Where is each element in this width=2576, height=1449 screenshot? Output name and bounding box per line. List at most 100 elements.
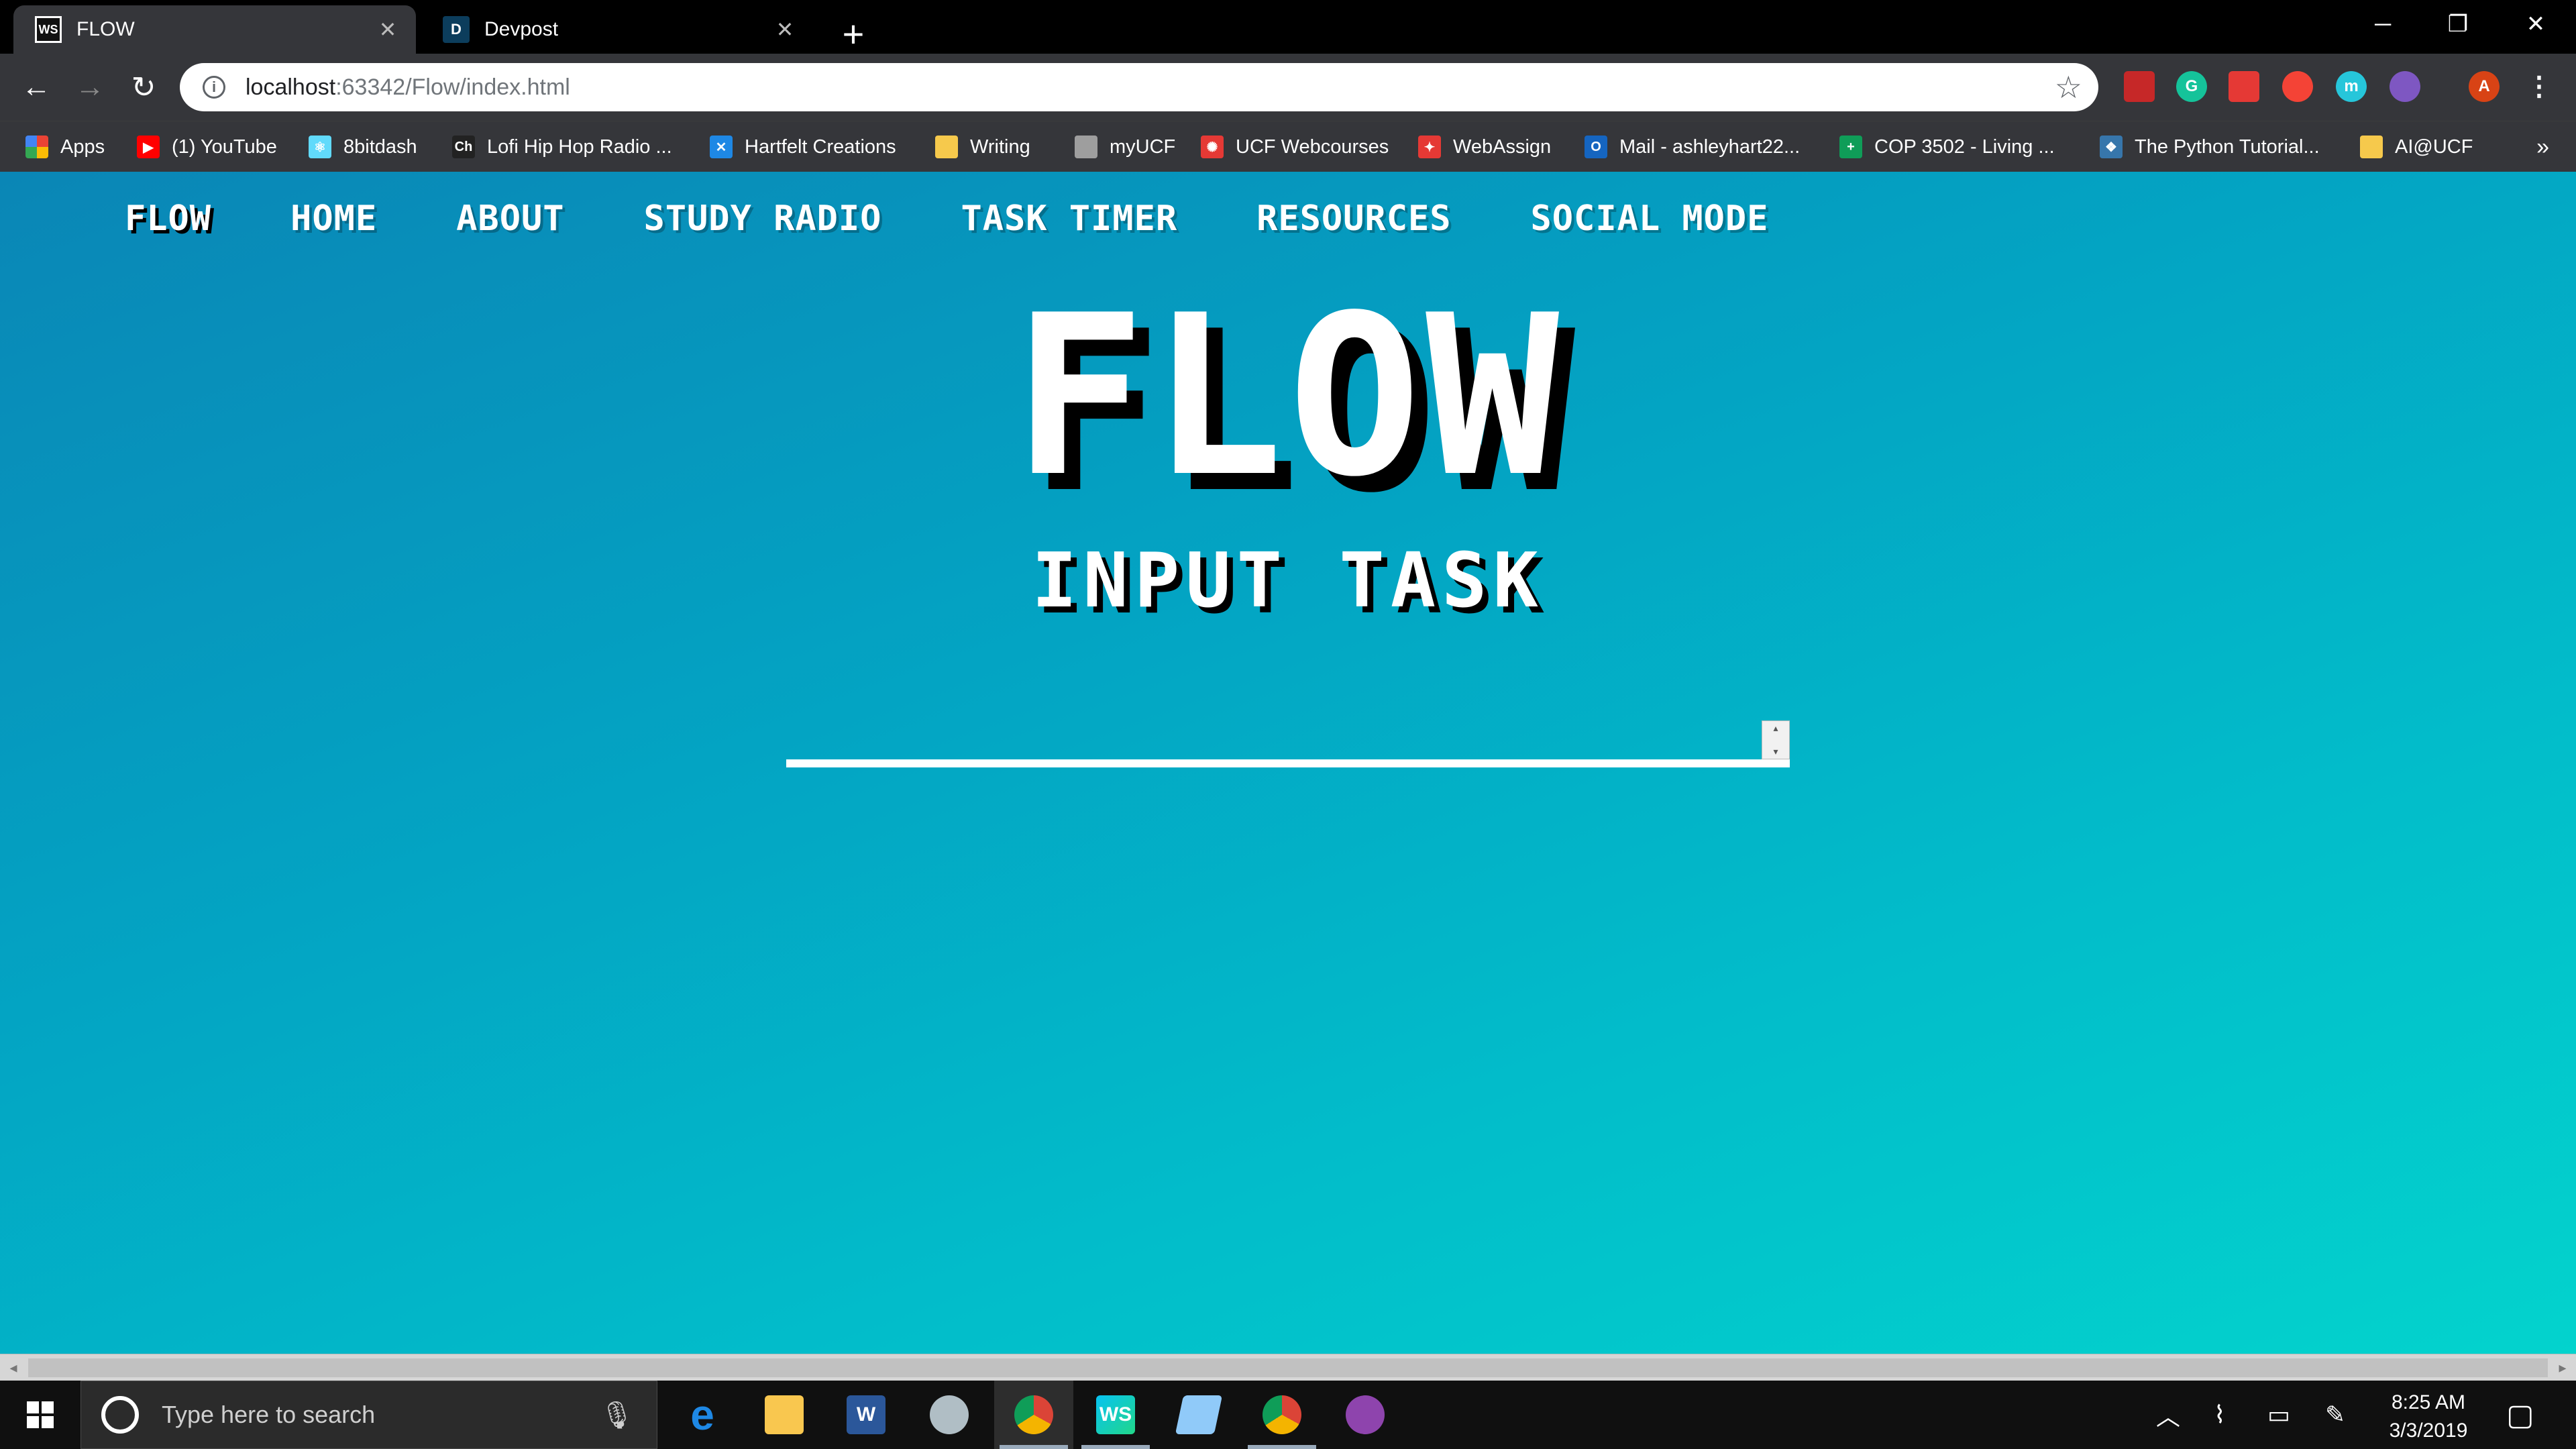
scrollbar-thumb[interactable] (28, 1358, 2548, 1377)
devpost-favicon-icon: D (443, 16, 470, 43)
taskbar-github-desktop[interactable] (1326, 1381, 1405, 1449)
forward-arrow-icon[interactable]: → (66, 63, 114, 111)
input-task-heading: INPUT TASK (1032, 537, 1544, 625)
taskbar-notepad[interactable] (1159, 1381, 1238, 1449)
bookmark-hartfelt[interactable]: ✕ Hartfelt Creations (710, 121, 896, 172)
canvas-icon: ✺ (1201, 136, 1224, 158)
bookmark-ai-ucf[interactable]: AI@UCF (2360, 121, 2473, 172)
start-button[interactable] (0, 1381, 80, 1449)
grammarly-icon[interactable]: G (2176, 71, 2207, 102)
bookmarks-overflow-button[interactable]: » (2536, 121, 2549, 172)
address-bar[interactable]: i localhost:63342/Flow/index.html ☆ (180, 63, 2098, 111)
bookmark-apps[interactable]: Apps (25, 121, 105, 172)
horizontal-scrollbar[interactable]: ◂ ▸ (0, 1354, 2576, 1381)
taskbar-search[interactable]: Type here to search 🎙 (80, 1381, 657, 1449)
scroll-left-icon[interactable]: ◂ (0, 1354, 27, 1381)
folder-icon (935, 136, 958, 158)
pdf-extension-icon[interactable] (2124, 71, 2155, 102)
url-text[interactable]: localhost:63342/Flow/index.html (246, 74, 570, 101)
scroll-right-icon[interactable]: ▸ (2549, 1354, 2576, 1381)
bookmark-webassign[interactable]: ✦ WebAssign (1418, 121, 1551, 172)
back-arrow-icon[interactable]: ← (12, 63, 60, 111)
wifi-icon[interactable]: ⌇ (2214, 1381, 2226, 1449)
react-icon: ⚛ (309, 136, 331, 158)
notifications-icon[interactable]: ▢ (2506, 1381, 2534, 1449)
input-spinner-icon[interactable]: ▴ ▾ (1762, 720, 1790, 759)
hero-title: FLOW (1012, 268, 1564, 525)
nav-about[interactable]: ABOUT (456, 199, 564, 239)
bookmark-python-tutorial[interactable]: ❖ The Python Tutorial... (2100, 121, 2320, 172)
webstorm-favicon-icon: WS (35, 16, 62, 43)
windows-logo-icon (27, 1401, 54, 1428)
webassign-icon: ✦ (1418, 136, 1441, 158)
taskbar-chrome[interactable] (994, 1381, 1073, 1449)
nav-brand-flow[interactable]: FLOW (125, 199, 211, 239)
nav-task-timer[interactable]: TASK TIMER (961, 199, 1177, 239)
taskbar-chrome-2[interactable] (1242, 1381, 1322, 1449)
site-nav: FLOW HOME ABOUT STUDY RADIO TASK TIMER R… (125, 199, 1847, 239)
link-extension-icon[interactable] (2390, 71, 2420, 102)
chrome-icon (1014, 1395, 1053, 1434)
reload-icon[interactable]: ↻ (119, 63, 168, 111)
taskbar-edge[interactable]: e (663, 1381, 742, 1449)
folder-icon (2360, 136, 2383, 158)
tab-title: FLOW (76, 18, 135, 40)
close-icon[interactable]: ✕ (770, 15, 800, 44)
tray-overflow-icon[interactable]: ︿ (2156, 1381, 2180, 1449)
cortana-icon (101, 1396, 139, 1434)
clock-date: 3/3/2019 (2389, 1419, 2468, 1442)
bookmarks-bar: Apps ▶ (1) YouTube ⚛ 8bitdash Ch Lofi Hip H… (0, 121, 2576, 172)
tab-flow[interactable]: WS FLOW ✕ (13, 5, 416, 54)
adblock-icon[interactable] (2282, 71, 2313, 102)
notepad-icon (1175, 1395, 1223, 1434)
word-icon: W (847, 1395, 885, 1434)
edge-icon: e (690, 1391, 714, 1439)
paint-icon (930, 1395, 969, 1434)
pen-icon[interactable]: ✎ (2325, 1381, 2345, 1449)
restore-icon[interactable]: ❐ (2420, 0, 2496, 48)
battery-icon[interactable]: ▭ (2267, 1381, 2290, 1449)
bookmark-writing[interactable]: Writing (935, 121, 1030, 172)
outlook-icon: O (1585, 136, 1607, 158)
nav-resources[interactable]: RESOURCES (1256, 199, 1451, 239)
windows-taskbar: Type here to search 🎙 e W WS ︿ ⌇ ▭ ✎ 8:2… (0, 1381, 2576, 1449)
bookmark-extension-icon[interactable] (2229, 71, 2259, 102)
mercury-icon[interactable]: m (2336, 71, 2367, 102)
url-host: localhost (246, 74, 336, 100)
nav-social-mode[interactable]: SOCIAL MODE (1531, 199, 1769, 239)
bookmark-star-icon[interactable]: ☆ (2055, 69, 2082, 105)
url-path: :63342/Flow/index.html (335, 74, 570, 100)
github-desktop-icon (1346, 1395, 1385, 1434)
minimize-icon[interactable]: ─ (2345, 0, 2420, 48)
menu-kebab-icon[interactable]: ⋮ (2524, 71, 2555, 102)
taskbar-webstorm[interactable]: WS (1076, 1381, 1155, 1449)
close-icon[interactable]: ✕ (373, 15, 402, 44)
site-info-icon[interactable]: i (203, 76, 225, 99)
bookmark-cop3502[interactable]: + COP 3502 - Living ... (1839, 121, 2055, 172)
microphone-icon[interactable]: 🎙 (600, 1399, 634, 1431)
bookmark-mail[interactable]: O Mail - ashleyhart22... (1585, 121, 1800, 172)
file-explorer-icon (765, 1395, 804, 1434)
bookmark-lofi-radio[interactable]: Ch Lofi Hip Hop Radio ... (452, 121, 672, 172)
python-icon: ❖ (2100, 136, 2123, 158)
taskbar-clock[interactable]: 8:25 AM 3/3/2019 (2361, 1389, 2496, 1445)
new-tab-button[interactable]: + (829, 9, 877, 58)
taskbar-paint[interactable] (910, 1381, 989, 1449)
tab-devpost[interactable]: D Devpost ✕ (421, 5, 813, 54)
ch-icon: Ch (452, 136, 475, 158)
bookmark-8bitdash[interactable]: ⚛ 8bitdash (309, 121, 417, 172)
bookmark-myucf[interactable]: myUCF (1075, 121, 1175, 172)
profile-avatar[interactable]: A (2469, 71, 2500, 102)
taskbar-file-explorer[interactable] (745, 1381, 824, 1449)
taskbar-word[interactable]: W (826, 1381, 906, 1449)
nav-study-radio[interactable]: STUDY RADIO (644, 199, 882, 239)
chrome-icon-2 (1263, 1395, 1301, 1434)
webstorm-icon: WS (1096, 1395, 1135, 1434)
page-icon (1075, 136, 1097, 158)
nav-home[interactable]: HOME (290, 199, 377, 239)
window-close-icon[interactable]: ✕ (2498, 0, 2573, 48)
task-input[interactable] (786, 720, 1790, 767)
bookmark-youtube[interactable]: ▶ (1) YouTube (137, 121, 277, 172)
bookmark-ucf-webcourses[interactable]: ✺ UCF Webcourses (1201, 121, 1389, 172)
apps-grid-icon (25, 136, 48, 158)
